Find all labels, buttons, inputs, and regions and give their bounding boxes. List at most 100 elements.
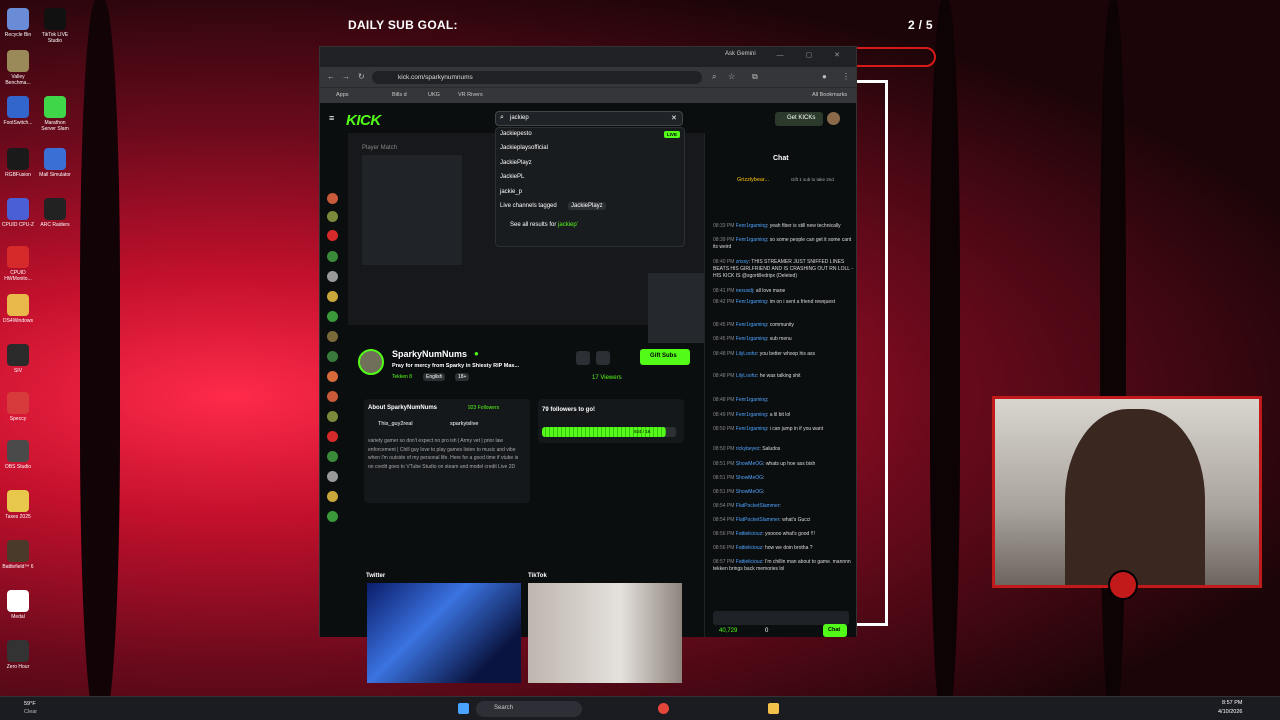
desktop-icon[interactable]: Battlefield™ 6 (1, 540, 35, 570)
desktop-icon[interactable]: Marathon Server Slam (38, 96, 72, 132)
suggestion[interactable]: jackie_p (500, 189, 522, 195)
followed-channel-avatar[interactable] (327, 211, 338, 222)
desktop-icon[interactable]: DS4Windows (1, 294, 35, 324)
tag-language[interactable]: English (423, 373, 446, 381)
weather-temp[interactable]: 59°F (24, 701, 36, 707)
gift-subs-button[interactable]: Gift Subs (640, 349, 690, 365)
window-controls[interactable]: — ▢ ✕ (777, 51, 850, 59)
address-bar[interactable]: kick.com/sparkynumnums (372, 71, 702, 84)
hamburger-icon[interactable]: ≡ (329, 113, 334, 123)
followed-channel-avatar[interactable] (327, 491, 338, 502)
followed-channel-avatar[interactable] (327, 451, 338, 462)
followed-channel-avatar[interactable] (327, 371, 338, 382)
menu-icon[interactable]: ⋮ (842, 72, 850, 81)
desktop-icon-image (7, 590, 29, 612)
desktop-icon-image (7, 640, 29, 662)
desktop-icon-label: Taxes 2025 (5, 514, 31, 520)
follower-goal-progress: 924 / 1K (634, 429, 651, 434)
suggestion[interactable]: JackiePL (500, 174, 524, 180)
desktop-icon-image (44, 198, 66, 220)
bookmark-apps[interactable]: Apps (336, 92, 349, 98)
followed-channel-avatar[interactable] (327, 271, 338, 282)
chat-input[interactable] (713, 611, 849, 625)
chat-message: 08:48 PM Fenr1rgaming: (713, 397, 769, 403)
pinned-user: Grizzlybear... (737, 177, 770, 183)
followed-channel-avatar[interactable] (327, 331, 338, 342)
twitter-thumbnail[interactable] (367, 583, 521, 683)
kick-logo[interactable]: KICK (346, 112, 381, 129)
star-icon[interactable]: ☆ (728, 72, 735, 81)
desktop-icon[interactable]: Zero Hour (1, 640, 35, 670)
bell-icon[interactable] (576, 351, 590, 365)
desktop-icon[interactable]: Valley Benchma... (1, 50, 35, 86)
followed-channel-avatar[interactable] (327, 431, 338, 442)
search-dropdown: LIVE Jackiepesto Jackieplaysofficial Jac… (495, 127, 685, 247)
channel-name[interactable]: SparkyNumNums (392, 349, 467, 359)
back-icon[interactable]: ← (327, 72, 335, 81)
clock-time[interactable]: 8:57 PM (1222, 700, 1242, 706)
bookmark-all[interactable]: All Bookmarks (812, 92, 847, 98)
tag-mature[interactable]: 18+ (455, 373, 470, 381)
ask-gemini-button[interactable]: Ask Gemini (725, 51, 756, 57)
file-explorer-icon[interactable] (768, 703, 779, 714)
forward-icon[interactable]: → (342, 72, 350, 81)
clock-date[interactable]: 4/10/2026 (1218, 709, 1242, 715)
followed-channel-avatar[interactable] (327, 193, 338, 204)
desktop-icon[interactable]: Taxes 2025 (1, 490, 35, 520)
followed-channel-avatar[interactable] (327, 351, 338, 362)
followed-channel-avatar[interactable] (327, 230, 338, 241)
chat-send-button[interactable]: Chat (823, 624, 847, 637)
desktop-icon-image (7, 294, 29, 316)
follow-heart-icon[interactable] (596, 351, 610, 365)
desktop-icon[interactable]: RGBFusion (1, 148, 35, 178)
zoom-icon[interactable]: ⌕ (712, 72, 716, 82)
extensions-icon[interactable]: ⧉ (752, 72, 758, 82)
suggestion[interactable]: Jackiepesto (500, 131, 532, 137)
followed-channel-avatar[interactable] (327, 511, 338, 522)
bookmark-vr-rivers[interactable]: VR Rivers (458, 92, 483, 98)
get-kicks-button[interactable]: Get KICKs (775, 112, 823, 126)
desktop-icon[interactable]: Medal (1, 590, 35, 620)
followed-channel-avatar[interactable] (327, 251, 338, 262)
tiktok-thumbnail[interactable] (528, 583, 682, 683)
user-avatar[interactable] (827, 112, 840, 125)
reload-icon[interactable]: ↻ (358, 72, 365, 81)
desktop-icon[interactable]: FootSwitch... (1, 96, 35, 126)
followed-channel-avatar[interactable] (327, 471, 338, 482)
desktop-icon[interactable]: Speccy (1, 392, 35, 422)
clear-search-icon[interactable]: ✕ (671, 114, 677, 122)
desktop-icon[interactable]: OBS Studio (1, 440, 35, 470)
taskbar-search[interactable]: Search (476, 701, 582, 717)
desktop-icon[interactable]: SIV (1, 344, 35, 374)
desktop-icon[interactable]: TikTok LIVE Studio (38, 8, 72, 44)
search-input[interactable]: jackiep (495, 111, 683, 126)
desktop-icon[interactable]: Recycle Bin (1, 8, 35, 38)
bookmark-ukg[interactable]: UKG (428, 92, 440, 98)
follower-goal-text: 79 followers to go! (542, 407, 596, 413)
weather-desc: Clear (24, 709, 38, 715)
nav-bar: ← → ↻ kick.com/sparkynumnums ⌕ ☆ ⧉ ● ⋮ (320, 67, 856, 87)
followed-channel-avatar[interactable] (327, 291, 338, 302)
start-icon[interactable] (458, 703, 469, 714)
tag-game[interactable]: Tekken 8 (392, 374, 412, 380)
pinned-note: Gift 1 sub to take 2nd (791, 177, 834, 182)
kicks-balance[interactable]: 40,729 (719, 628, 737, 634)
followed-channel-avatar[interactable] (327, 411, 338, 422)
suggestion[interactable]: Jackieplaysofficial (500, 145, 548, 151)
profile-icon[interactable]: ● (822, 72, 827, 81)
social-link-tiktok[interactable]: sparkyislive (450, 421, 478, 427)
desktop-icon[interactable]: CPUID HWMonito... (1, 246, 35, 282)
see-all-results[interactable]: See all results for jackiep' (510, 222, 578, 228)
chrome-icon[interactable] (658, 703, 669, 714)
suggestion[interactable]: JackiePlayz (500, 160, 532, 166)
desktop-icon[interactable]: Mall Simulator (38, 148, 72, 178)
desktop-icon[interactable]: ARC Raiders (38, 198, 72, 228)
followed-channel-avatar[interactable] (327, 391, 338, 402)
desktop-icon[interactable]: CPUID CPU-Z (1, 198, 35, 228)
followed-channel-avatar[interactable] (327, 311, 338, 322)
social-link-x[interactable]: This_guy2real (378, 421, 413, 427)
desktop-icon-label: CPUID CPU-Z (1, 222, 35, 228)
bookmark-bills[interactable]: Bills d (392, 92, 407, 98)
channel-avatar[interactable] (358, 349, 384, 375)
tagged-chip[interactable]: JackiePlayz (568, 202, 606, 210)
